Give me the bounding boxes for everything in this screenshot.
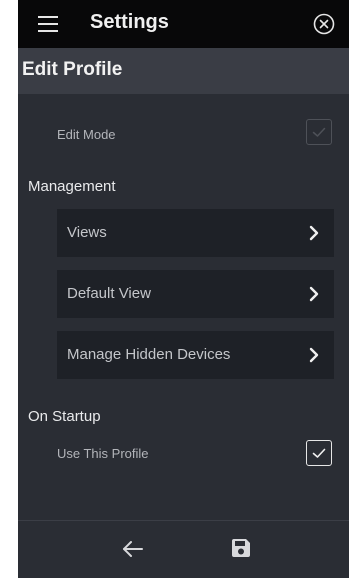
use-profile-checkbox[interactable] bbox=[306, 440, 332, 466]
arrow-left-icon[interactable] bbox=[122, 540, 144, 558]
page-header: Edit Profile bbox=[18, 48, 349, 94]
hamburger-menu-icon[interactable] bbox=[38, 16, 58, 32]
menu-item-views[interactable]: Views bbox=[57, 209, 334, 257]
checkmark-icon bbox=[312, 448, 326, 458]
management-section-title: Management bbox=[28, 178, 116, 195]
chevron-right-icon bbox=[309, 347, 319, 363]
menu-item-label: Default View bbox=[67, 285, 151, 302]
startup-section-title: On Startup bbox=[28, 408, 101, 425]
edit-mode-checkbox[interactable] bbox=[306, 119, 332, 145]
chevron-right-icon bbox=[309, 286, 319, 302]
menu-item-label: Views bbox=[67, 224, 107, 241]
app-title: Settings bbox=[90, 11, 169, 33]
settings-screen: Settings Edit Profile Edit Mode Manageme… bbox=[18, 0, 349, 578]
use-profile-label: Use This Profile bbox=[57, 446, 149, 461]
save-floppy-icon[interactable] bbox=[231, 538, 251, 558]
page-title: Edit Profile bbox=[22, 59, 123, 80]
top-app-bar: Settings bbox=[18, 0, 349, 48]
bottom-toolbar bbox=[18, 520, 349, 578]
menu-item-label: Manage Hidden Devices bbox=[67, 346, 231, 363]
close-circle-icon[interactable] bbox=[313, 13, 335, 35]
menu-item-manage-hidden-devices[interactable]: Manage Hidden Devices bbox=[57, 331, 334, 379]
edit-mode-label: Edit Mode bbox=[57, 127, 116, 142]
chevron-right-icon bbox=[309, 225, 319, 241]
menu-item-default-view[interactable]: Default View bbox=[57, 270, 334, 318]
checkmark-icon bbox=[312, 127, 326, 137]
